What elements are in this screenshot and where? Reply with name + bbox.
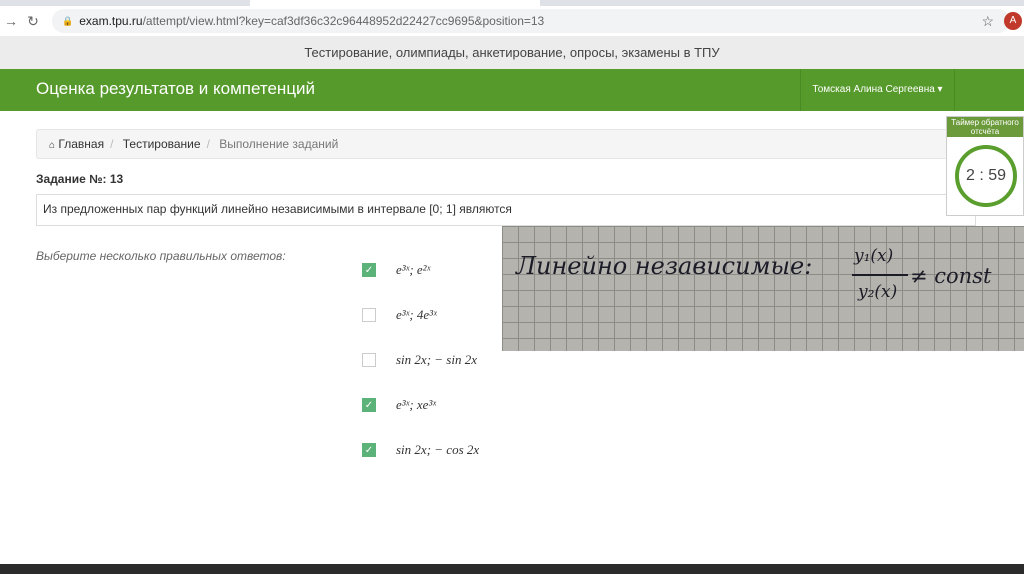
- url-domain: exam.tpu.ru: [79, 14, 143, 28]
- os-taskbar: [0, 564, 1024, 574]
- home-icon: ⌂: [49, 140, 56, 151]
- answer-text: e³ˣ; 4e³ˣ: [396, 307, 437, 322]
- answer-option[interactable]: sin 2x; − sin 2x: [362, 352, 477, 368]
- forward-icon[interactable]: →: [0, 13, 22, 29]
- breadcrumb: ⌂ Главная / Тестирование / Выполнение зада…: [36, 129, 976, 159]
- brand-title[interactable]: Оценка результатов и компетенций: [36, 79, 315, 99]
- task-number: Задание №: 13: [36, 172, 124, 186]
- answer-text: sin 2x; − cos 2x: [396, 442, 480, 457]
- answer-text: e³ˣ; e²ˣ: [396, 262, 431, 277]
- lock-icon: 🔒: [62, 15, 74, 26]
- bookmark-star-icon[interactable]: ☆: [981, 13, 994, 30]
- profile-avatar[interactable]: A: [1004, 12, 1022, 30]
- breadcrumb-home[interactable]: Главная: [58, 137, 104, 151]
- site-tagline: Тестирование, олимпиады, анкетирование, …: [0, 36, 1024, 69]
- navbar: Оценка результатов и компетенций Томская…: [0, 69, 1024, 111]
- answer-option[interactable]: ✓ e³ˣ; e²ˣ: [362, 262, 430, 278]
- answer-checkbox[interactable]: ✓: [362, 263, 376, 277]
- handwritten-note-image: Линейно независимые: y₁(x) y₂(x) ≠ const: [502, 226, 1024, 351]
- address-bar-row: → ↻ 🔒 exam.tpu.ru/attempt/view.html?key=…: [0, 6, 1024, 36]
- url-input[interactable]: 🔒 exam.tpu.ru/attempt/view.html?key=caf3…: [52, 9, 1010, 33]
- url-path: /attempt/view.html?key=caf3df36c32c96448…: [142, 14, 545, 28]
- answer-hint: Выберите несколько правильных ответов:: [36, 249, 286, 263]
- reload-icon[interactable]: ↻: [22, 13, 44, 30]
- answer-checkbox[interactable]: ✓: [362, 398, 376, 412]
- note-denominator: y₂(x): [858, 282, 898, 302]
- user-menu[interactable]: Томская Алина Сергеевна ▾: [800, 69, 955, 111]
- answer-text: sin 2x; − sin 2x: [396, 352, 477, 367]
- answer-checkbox[interactable]: [362, 308, 376, 322]
- timer-title: Таймер обратного отсчёта: [947, 117, 1023, 137]
- answer-option[interactable]: e³ˣ; 4e³ˣ: [362, 307, 437, 323]
- note-text: Линейно независимые:: [516, 252, 813, 280]
- breadcrumb-current: Выполнение заданий: [219, 137, 339, 151]
- answer-text: e³ˣ; xe³ˣ: [396, 397, 437, 412]
- answer-option[interactable]: ✓ e³ˣ; xe³ˣ: [362, 397, 436, 413]
- timer-value: 2 : 59: [955, 145, 1017, 207]
- breadcrumb-testing[interactable]: Тестирование: [123, 137, 201, 151]
- note-relation: ≠ const: [910, 264, 992, 288]
- countdown-timer: Таймер обратного отсчёта 2 : 59: [946, 116, 1024, 216]
- note-numerator: y₁(x): [854, 246, 894, 266]
- answer-checkbox[interactable]: [362, 353, 376, 367]
- answer-checkbox[interactable]: ✓: [362, 443, 376, 457]
- answer-option[interactable]: ✓ sin 2x; − cos 2x: [362, 442, 479, 458]
- question-text: Из предложенных пар функций линейно неза…: [36, 194, 976, 226]
